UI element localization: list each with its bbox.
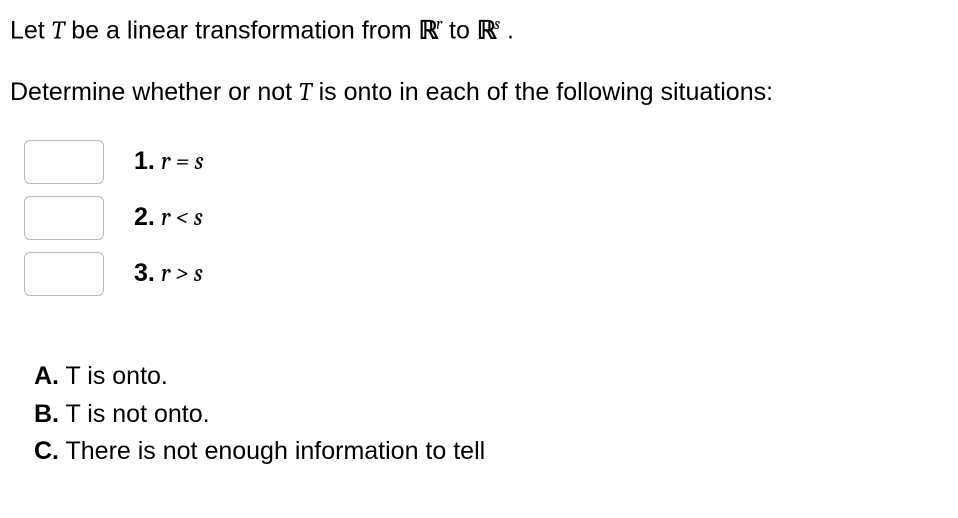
statement-number: 1. bbox=[134, 147, 155, 175]
option-text: T is not onto. bbox=[59, 400, 210, 428]
intro-text: to bbox=[442, 16, 477, 44]
intro-text: be a linear transformation from bbox=[64, 16, 418, 44]
statement-expr: r < s bbox=[161, 203, 203, 232]
prompt-line: Determine whether or not T is onto in ea… bbox=[10, 76, 944, 110]
option-c: C. There is not enough information to te… bbox=[34, 435, 944, 469]
intro-line: Let T be a linear transformation from ℝr… bbox=[10, 14, 944, 48]
statement-number: 2. bbox=[134, 203, 155, 231]
statement-row: 2.r < s bbox=[24, 190, 944, 246]
answer-input-3[interactable] bbox=[24, 252, 104, 296]
statement-label: 1.r = s bbox=[134, 145, 204, 179]
statement-list: 1.r = s 2.r < s 3.r > s bbox=[24, 134, 944, 302]
option-text: T is onto. bbox=[59, 362, 168, 390]
option-text: There is not enough information to tell bbox=[59, 437, 485, 465]
option-a: A. T is onto. bbox=[34, 360, 944, 394]
option-b: B. T is not onto. bbox=[34, 398, 944, 432]
option-letter: B. bbox=[34, 400, 59, 428]
statement-label: 2.r < s bbox=[134, 201, 203, 235]
statement-number: 3. bbox=[134, 259, 155, 287]
statement-label: 3.r > s bbox=[134, 257, 203, 291]
prompt-text: is onto in each of the following situati… bbox=[312, 78, 773, 106]
statement-expr: r = s bbox=[161, 147, 204, 176]
answer-input-1[interactable] bbox=[24, 140, 104, 184]
statement-expr: r > s bbox=[161, 259, 203, 288]
intro-text: Let bbox=[10, 16, 52, 44]
option-letter: C. bbox=[34, 437, 59, 465]
options-list: A. T is onto. B. T is not onto. C. There… bbox=[34, 360, 944, 469]
option-letter: A. bbox=[34, 362, 59, 390]
statement-row: 1.r = s bbox=[24, 134, 944, 190]
var-T: T bbox=[52, 16, 65, 45]
intro-text: . bbox=[500, 16, 514, 44]
answer-input-2[interactable] bbox=[24, 196, 104, 240]
prompt-text: Determine whether or not bbox=[10, 78, 299, 106]
statement-row: 3.r > s bbox=[24, 246, 944, 302]
var-T: T bbox=[299, 78, 312, 107]
